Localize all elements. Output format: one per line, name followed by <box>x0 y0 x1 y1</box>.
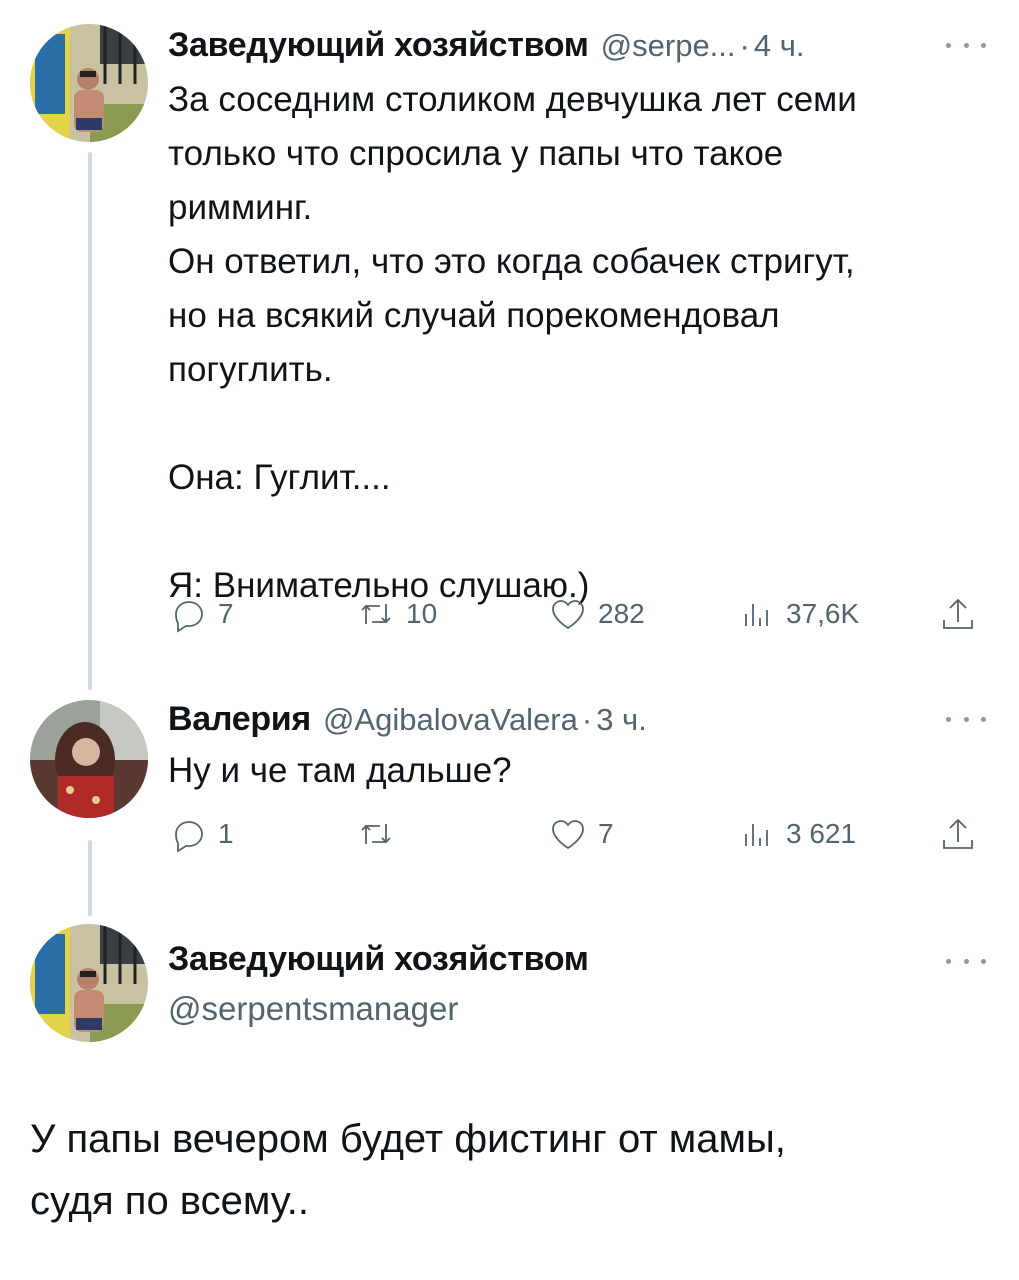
retweet-count: 10 <box>406 598 438 629</box>
retweet-icon <box>361 824 391 844</box>
tweet-actions: 1 7 3 621 <box>168 812 988 856</box>
author-name[interactable]: Валерия <box>168 700 311 739</box>
author-avatar[interactable] <box>30 700 148 818</box>
tweet-text: За соседним столиком девчушка лет семи т… <box>168 80 857 605</box>
heart-icon <box>552 600 584 630</box>
author-handle[interactable]: @AgibalovaValera <box>323 702 578 738</box>
more-icon[interactable] <box>946 954 986 968</box>
author-name[interactable]: Заведующий хозяйством <box>168 26 589 65</box>
separator: · <box>739 28 750 63</box>
like-count: 7 <box>598 818 614 849</box>
retweet-button[interactable] <box>356 812 406 856</box>
tweet-time[interactable]: 4 ч. <box>754 28 805 64</box>
views-button[interactable]: 37,6K <box>736 592 859 636</box>
views-count: 3 621 <box>786 818 857 849</box>
thread-line <box>88 840 92 916</box>
separator: · <box>581 702 593 737</box>
reply-button[interactable]: 7 <box>168 592 234 636</box>
reply-icon <box>175 601 203 633</box>
author-avatar[interactable] <box>30 24 148 142</box>
heart-icon <box>552 820 584 850</box>
share-icon <box>943 598 973 629</box>
like-button[interactable]: 282 <box>548 592 645 636</box>
reply-count: 7 <box>218 598 234 629</box>
tweet-time[interactable]: 3 ч. <box>596 702 647 738</box>
more-icon[interactable] <box>946 38 986 52</box>
tweet-actions: 7 10 282 37,6K <box>168 592 988 636</box>
author-handle[interactable]: @serpentsmanager <box>168 990 458 1028</box>
tweet-header: Валерия @AgibalovaValera · 3 ч. <box>168 700 647 739</box>
tweet-text: У папы вечером будет фистинг от мамы, су… <box>30 1117 786 1223</box>
like-count: 282 <box>598 598 645 629</box>
retweet-button[interactable]: 10 <box>356 592 437 636</box>
reply-button[interactable]: 1 <box>168 812 234 856</box>
tweet-header: Заведующий хозяйством <box>168 940 589 979</box>
tweet-header: Заведующий хозяйством @serpe... · 4 ч. <box>168 26 804 65</box>
share-button[interactable] <box>938 812 978 856</box>
tweet-text: Ну и че там дальше? <box>168 751 512 790</box>
share-icon <box>943 818 973 849</box>
share-button[interactable] <box>938 592 978 636</box>
views-button[interactable]: 3 621 <box>736 812 856 856</box>
thread-line <box>88 152 92 690</box>
views-count: 37,6K <box>786 598 860 629</box>
reply-count: 1 <box>218 818 234 849</box>
retweet-icon <box>361 604 391 624</box>
reply-icon <box>175 821 203 853</box>
more-icon[interactable] <box>946 712 986 726</box>
author-avatar[interactable] <box>30 924 148 1042</box>
author-name[interactable]: Заведующий хозяйством <box>168 940 589 979</box>
author-handle[interactable]: @serpe... <box>601 28 736 64</box>
views-icon <box>745 604 768 626</box>
like-button[interactable]: 7 <box>548 812 614 856</box>
views-icon <box>745 824 768 846</box>
